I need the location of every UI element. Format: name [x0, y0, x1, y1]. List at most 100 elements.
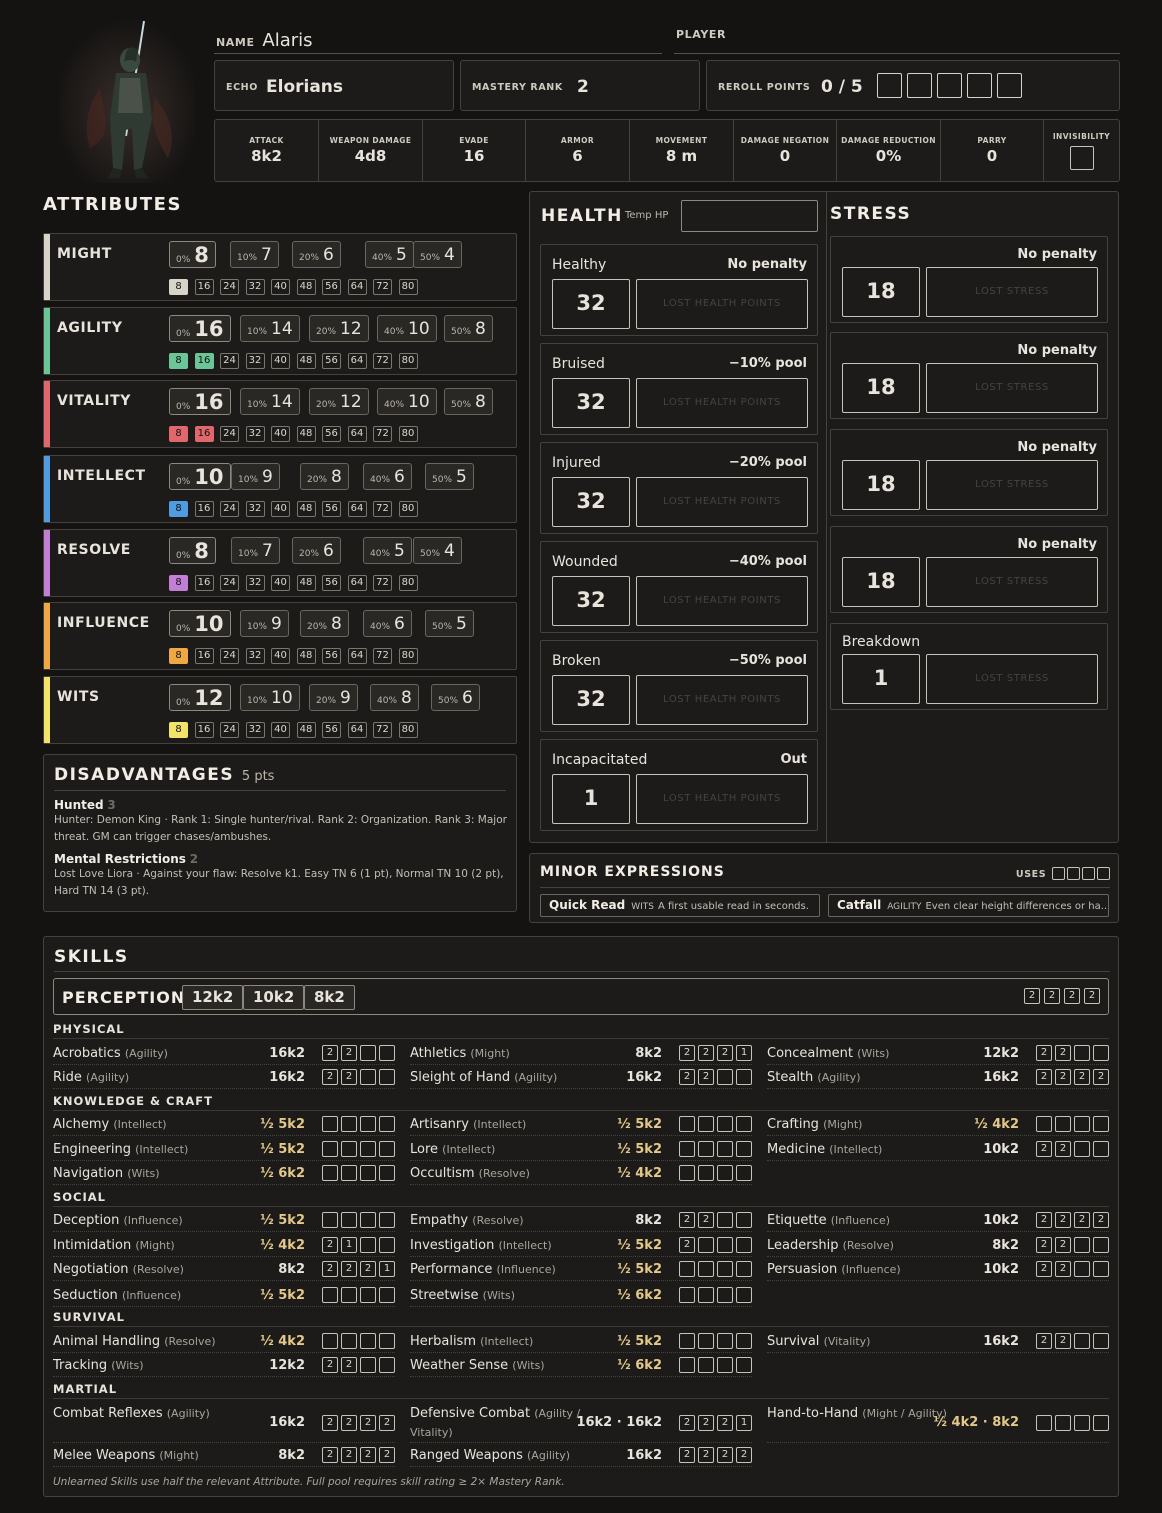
track-cell[interactable]: 80	[398, 426, 418, 442]
rank-box[interactable]: 2	[322, 1237, 338, 1253]
rank-box[interactable]	[717, 1287, 733, 1303]
perception-row[interactable]: PERCEPTION 12k2 10k2 8k2 2222	[53, 978, 1109, 1015]
rank-box[interactable]: 2	[717, 1415, 733, 1431]
rank-box[interactable]	[717, 1116, 733, 1132]
reroll-points-field[interactable]: REROLL POINTS 0 / 5	[706, 60, 1120, 111]
track-cell[interactable]: 64	[347, 501, 367, 517]
rank-box[interactable]	[679, 1165, 695, 1181]
rank-box[interactable]: 2	[1036, 1045, 1052, 1061]
rank-box[interactable]	[698, 1165, 714, 1181]
track-cell[interactable]: 24	[220, 575, 239, 591]
attribute-pool[interactable]: 20% 8	[300, 610, 349, 637]
lost-stress-input[interactable]: LOST STRESS	[926, 557, 1098, 607]
attribute-pool[interactable]: 20% 9	[309, 684, 358, 711]
track-cell[interactable]: 48	[296, 353, 316, 369]
rank-box[interactable]: 2	[1074, 1069, 1090, 1085]
rank-box[interactable]	[698, 1261, 714, 1277]
rank-box[interactable]	[360, 1165, 376, 1181]
track-cell[interactable]: 64	[347, 426, 367, 442]
rank-box[interactable]	[698, 1357, 714, 1373]
track-cell[interactable]: 72	[373, 648, 392, 664]
track-cell[interactable]: 40	[271, 279, 290, 295]
track-cell[interactable]: 40	[271, 575, 290, 591]
echo-field[interactable]: ECHO Elorians	[214, 60, 454, 111]
rank-box[interactable]: 2	[1055, 1045, 1071, 1061]
rank-box[interactable]: 1	[341, 1237, 357, 1253]
lost-health-input[interactable]: LOST HEALTH POINTS	[636, 378, 808, 428]
use-checkbox[interactable]	[1097, 867, 1110, 880]
attribute-pool[interactable]: 10% 9	[231, 463, 280, 490]
rank-box[interactable]: 2	[698, 1415, 714, 1431]
rank-box[interactable]	[679, 1333, 695, 1349]
rank-box[interactable]: 2	[717, 1447, 733, 1463]
rank-box[interactable]: 1	[736, 1045, 752, 1061]
track-cell[interactable]: 56	[322, 575, 341, 591]
rank-box[interactable]: 2	[1055, 1261, 1071, 1277]
skill-row[interactable]: Navigation (Wits) ½ 6k2	[53, 1163, 395, 1185]
rank-box[interactable]	[717, 1333, 733, 1349]
rank-box[interactable]	[679, 1287, 695, 1303]
attribute-pool[interactable]: 50% 8	[444, 388, 493, 415]
track-cell[interactable]: 64	[347, 575, 367, 591]
track-cell[interactable]: 64	[347, 279, 367, 295]
track-cell[interactable]: 32	[245, 426, 265, 442]
rank-box[interactable]	[379, 1333, 395, 1349]
rank-box[interactable]: 2	[679, 1212, 695, 1228]
attribute-pool[interactable]: 0% 16	[169, 315, 231, 342]
track-cell[interactable]: 48	[296, 279, 316, 295]
skill-row[interactable]: Empathy (Resolve) 8k2 22	[410, 1210, 752, 1232]
rank-box[interactable]: 1	[379, 1261, 395, 1277]
attribute-pool[interactable]: 50% 4	[413, 537, 462, 564]
rank-box[interactable]	[322, 1165, 338, 1181]
rank-box[interactable]	[1074, 1333, 1090, 1349]
rank-box[interactable]	[379, 1116, 395, 1132]
skill-row[interactable]: Athletics (Might) 8k2 2221	[410, 1043, 752, 1065]
track-cell[interactable]: 56	[322, 353, 341, 369]
invisibility-checkbox[interactable]	[1069, 146, 1094, 170]
attribute-pool[interactable]: 10% 14	[240, 388, 300, 415]
minor-expression-chip[interactable]: Quick Read WITS A first usable read in sec…	[540, 894, 820, 917]
rank-box[interactable]	[717, 1069, 733, 1085]
rank-box[interactable]	[717, 1141, 733, 1157]
track-cell[interactable]: 48	[296, 501, 316, 517]
attribute-pool[interactable]: 40% 8	[370, 684, 419, 711]
rank-box[interactable]: 2	[341, 1415, 357, 1431]
track-cell[interactable]: 8	[169, 722, 188, 738]
rank-box[interactable]	[698, 1116, 714, 1132]
rank-box[interactable]: 2	[341, 1357, 357, 1373]
track-cell[interactable]: 8	[169, 575, 188, 591]
rank-box[interactable]: 2	[379, 1447, 395, 1463]
reroll-checkbox[interactable]	[967, 73, 992, 98]
skill-row[interactable]: Performance (Influence) ½ 5k2	[410, 1259, 752, 1281]
rank-box[interactable]	[379, 1045, 395, 1061]
attribute-pool[interactable]: 10% 7	[230, 241, 279, 268]
attribute-pool[interactable]: 20% 6	[292, 241, 341, 268]
rank-box[interactable]	[341, 1116, 357, 1132]
track-cell[interactable]: 80	[398, 648, 418, 664]
rank-box[interactable]	[360, 1357, 376, 1373]
rank-box[interactable]: 2	[1044, 988, 1060, 1004]
attribute-pool[interactable]: 40% 10	[377, 315, 437, 342]
attribute-pool[interactable]: 50% 4	[413, 241, 462, 268]
rank-box[interactable]	[322, 1116, 338, 1132]
track-cell[interactable]: 16	[194, 575, 214, 591]
skill-row[interactable]: Defensive Combat (Agility / Vitality) 16…	[410, 1403, 752, 1443]
attribute-pool[interactable]: 10% 10	[240, 684, 300, 711]
rank-box[interactable]	[736, 1141, 752, 1157]
lost-stress-input[interactable]: LOST STRESS	[926, 654, 1098, 704]
track-cell[interactable]: 80	[398, 575, 418, 591]
rank-box[interactable]	[1093, 1237, 1109, 1253]
attribute-pool[interactable]: 0% 16	[169, 388, 231, 415]
rank-box[interactable]: 2	[1036, 1237, 1052, 1253]
attribute-pool[interactable]: 0% 10	[169, 463, 231, 490]
track-cell[interactable]: 8	[169, 279, 188, 295]
skill-row[interactable]: Concealment (Wits) 12k2 22	[767, 1043, 1109, 1065]
attribute-pool[interactable]: 20% 8	[300, 463, 349, 490]
rank-box[interactable]	[379, 1141, 395, 1157]
rank-box[interactable]: 2	[1036, 1141, 1052, 1157]
track-cell[interactable]: 64	[347, 353, 367, 369]
attribute-pool[interactable]: 0% 8	[169, 537, 216, 564]
track-cell[interactable]: 40	[271, 426, 290, 442]
track-cell[interactable]: 72	[373, 722, 392, 738]
rank-box[interactable]: 2	[1055, 1069, 1071, 1085]
